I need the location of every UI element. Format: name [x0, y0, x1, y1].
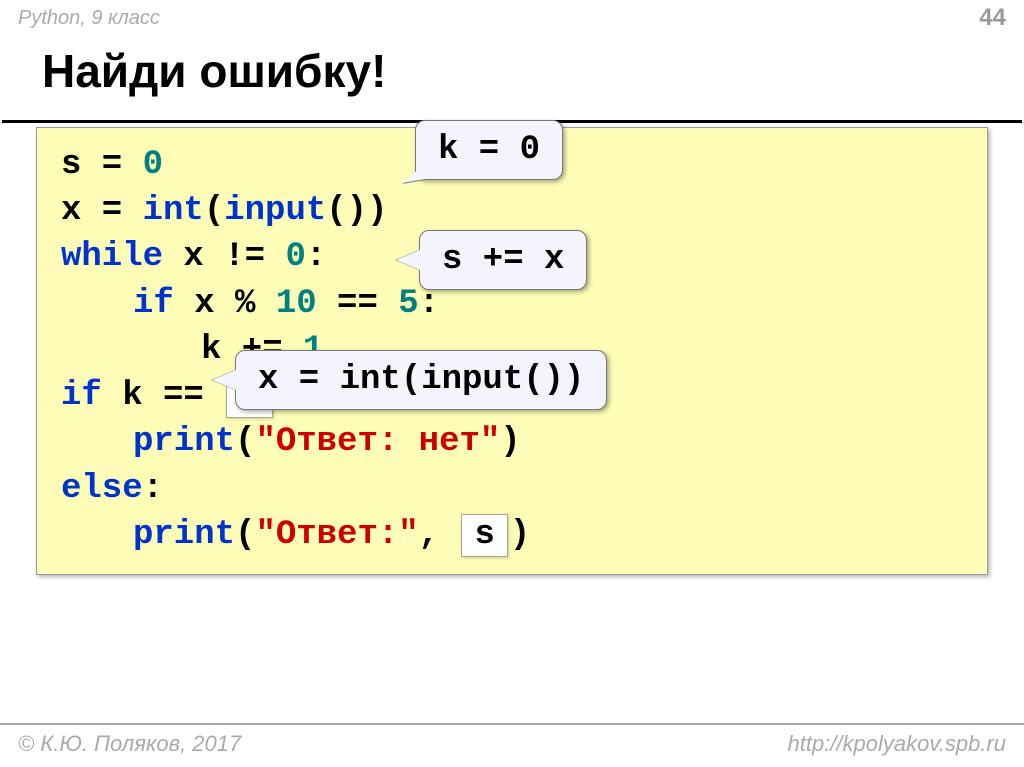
- copyright-label: © К.Ю. Поляков, 2017: [18, 731, 241, 757]
- course-label: Python, 9 класс: [18, 7, 160, 30]
- page-number: 44: [979, 4, 1006, 32]
- code-line: print("Ответ: нет"): [61, 419, 963, 465]
- callout-tail-icon: [396, 250, 420, 270]
- slide-footer: © К.Ю. Поляков, 2017 http://kpolyakov.sp…: [0, 723, 1024, 767]
- slide-title: Найди ошибку!: [2, 34, 1022, 123]
- code-line: else:: [61, 466, 963, 512]
- site-link: http://kpolyakov.spb.ru: [788, 731, 1007, 757]
- slide-header: Python, 9 класс 44: [0, 0, 1024, 34]
- callout-bubble: k = 0: [415, 120, 563, 180]
- code-line: x = int(input()): [61, 188, 963, 234]
- callout-bubble: s += x: [419, 230, 587, 290]
- code-block: s = 0 x = int(input()) while x != 0: if …: [36, 127, 988, 575]
- code-line: print("Ответ:", s): [61, 512, 963, 558]
- callout-tail-icon: [212, 370, 236, 390]
- callout-bubble: x = int(input()): [235, 350, 607, 410]
- correction-box: s: [461, 514, 507, 557]
